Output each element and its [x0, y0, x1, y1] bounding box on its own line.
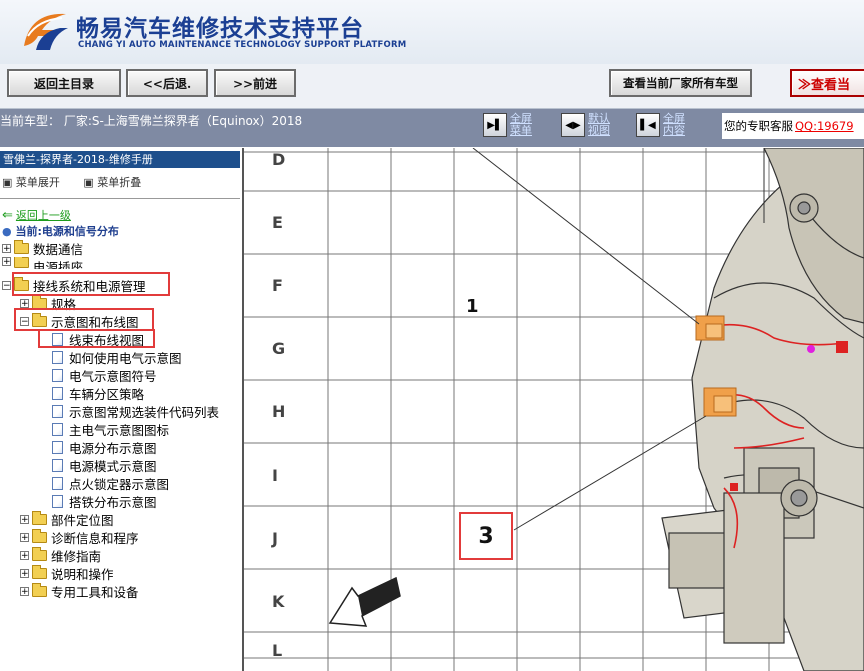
row-label: G [272, 339, 286, 358]
default-view-button[interactable]: ◀▶ 默认 视图 [561, 113, 616, 137]
fullscreen-menu-button[interactable]: ▶▌ 全屏 菜单 [483, 113, 538, 137]
expand-plus-icon[interactable]: + [2, 243, 11, 253]
app-title: 畅易汽车维修技术支持平台 [76, 16, 364, 42]
tree-doc-ground-dist[interactable]: 搭铁分布示意图 [52, 492, 157, 510]
tree-folder-description[interactable]: + 说明和操作 [20, 564, 114, 582]
highlight-box [12, 272, 170, 296]
document-icon [52, 476, 63, 490]
document-icon [52, 422, 63, 436]
default-view-icon: ◀▶ [561, 113, 585, 137]
support-qq-link[interactable]: QQ:19679 [795, 119, 854, 133]
back-button[interactable]: <<后退. [126, 69, 208, 97]
tree-doc-symbols[interactable]: 电气示意图符号 [52, 366, 157, 384]
forward-button[interactable]: >>前进 [214, 69, 296, 97]
row-label: I [272, 466, 278, 485]
document-icon [52, 368, 63, 382]
divider [0, 198, 240, 199]
current-location: ● 当前:电源和信号分布 [2, 225, 119, 238]
tree-doc-zoning[interactable]: 车辆分区策略 [52, 384, 144, 402]
tree-folder-special-tools[interactable]: + 专用工具和设备 [20, 582, 139, 600]
vehicle-body-drawing [661, 148, 864, 671]
fullscreen-content-icon: ▌◀ [636, 113, 660, 137]
back-up-link[interactable]: ⇐ 返回上一级 [2, 207, 71, 223]
folder-icon [32, 294, 47, 309]
expand-plus-icon[interactable]: + [20, 550, 29, 560]
folder-icon [14, 239, 29, 254]
document-icon [52, 404, 63, 418]
nav-toolbar: 返回主目录 <<后退. >>前进 查看当前厂家所有车型 ≫查看当 [0, 64, 864, 109]
expand-plus-icon[interactable]: + [20, 532, 29, 542]
folder-icon [32, 582, 47, 597]
location-pin-icon: ● [2, 225, 12, 238]
folder-icon [32, 528, 47, 543]
expand-plus-icon[interactable]: + [20, 514, 29, 524]
tree-doc-how-to-use[interactable]: 如何使用电气示意图 [52, 348, 182, 366]
menu-expand-row: ▣ 菜单展开 ▣ 菜单折叠 [2, 174, 161, 190]
expand-plus-icon[interactable]: + [20, 586, 29, 596]
folder-icon [32, 546, 47, 561]
tree-doc-master-icons[interactable]: 主电气示意图图标 [52, 420, 169, 438]
back-to-main-button[interactable]: 返回主目录 [7, 69, 121, 97]
expand-menu-button[interactable]: ▣ 菜单展开 [2, 176, 70, 189]
document-icon [52, 458, 63, 472]
tree-folder-power-outlet[interactable]: + 电源插座 [2, 257, 83, 269]
folder-icon [32, 510, 47, 525]
manual-title: 雪佛兰-探界者-2018-维修手册 [0, 151, 240, 168]
view-all-models-button[interactable]: 查看当前厂家所有车型 [609, 69, 752, 97]
row-label: L [272, 641, 283, 660]
tree-folder-data-comm[interactable]: + 数据通信 [2, 239, 83, 257]
fullscreen-menu-icon: ▶▌ [483, 113, 507, 137]
expand-plus-icon[interactable]: + [2, 257, 11, 267]
collapse-menu-button[interactable]: ▣ 菜单折叠 [83, 176, 151, 189]
collapse-minus-icon[interactable]: − [2, 280, 11, 290]
tree-folder-diagnostics[interactable]: + 诊断信息和程序 [20, 528, 139, 546]
app-subtitle: CHANG YI AUTO MAINTENANCE TECHNOLOGY SUP… [78, 40, 407, 50]
support-box: 您的专职客服 QQ:19679 [722, 113, 864, 139]
tree-folder-component-locator[interactable]: + 部件定位图 [20, 510, 114, 528]
fullscreen-content-button[interactable]: ▌◀ 全屏 内容 [636, 113, 691, 137]
row-label: J [272, 529, 278, 548]
highlight-box [38, 329, 155, 348]
expand-plus-icon[interactable]: + [20, 298, 29, 308]
document-icon [52, 386, 63, 400]
tree-doc-power-dist[interactable]: 电源分布示意图 [52, 438, 157, 456]
document-icon [52, 350, 63, 364]
changyi-logo-icon [24, 13, 68, 50]
row-label: H [272, 402, 286, 421]
row-label: D [272, 150, 286, 169]
wiring-diagram-view[interactable]: D E F G H I J K L 1 3 [244, 148, 864, 671]
folder-icon [14, 257, 29, 268]
callout-number: 1 [466, 296, 479, 317]
back-arrow-icon: ⇐ [2, 207, 13, 223]
current-model-label: 当前车型： 厂家:S-上海雪佛兰探界者（Equinox）2018 [0, 114, 303, 128]
callout-number-box: 3 [459, 512, 513, 560]
folder-icon [32, 564, 47, 579]
tree-doc-option-codes[interactable]: 示意图常规选装件代码列表 [52, 402, 219, 420]
front-direction-arrow-icon [328, 576, 401, 627]
leader-line [513, 415, 707, 531]
diagram-canvas [244, 148, 864, 671]
expand-plus-icon[interactable]: + [20, 568, 29, 578]
tree-folder-repair-guide[interactable]: + 维修指南 [20, 546, 101, 564]
app-header: 畅易汽车维修技术支持平台 CHANG YI AUTO MAINTENANCE T… [0, 0, 864, 65]
highlight-box [14, 308, 154, 331]
tree-doc-power-mode[interactable]: 电源模式示意图 [52, 456, 157, 474]
model-info-bar: 当前车型： 厂家:S-上海雪佛兰探界者（Equinox）2018 ▶▌ 全屏 菜单… [0, 109, 864, 147]
document-icon [52, 494, 63, 508]
support-label: 您的专职客服 [724, 119, 793, 133]
sidebar-tree-panel: 雪佛兰-探界者-2018-维修手册 ▣ 菜单展开 ▣ 菜单折叠 ⇐ 返回上一级 … [0, 148, 244, 671]
document-icon [52, 440, 63, 454]
view-current-button[interactable]: ≫查看当 [790, 69, 864, 97]
row-label: F [272, 276, 283, 295]
leader-line [472, 148, 700, 325]
row-label: E [272, 213, 283, 232]
tree-doc-ignition-lock[interactable]: 点火锁定器示意图 [52, 474, 169, 492]
row-label: K [272, 592, 285, 611]
